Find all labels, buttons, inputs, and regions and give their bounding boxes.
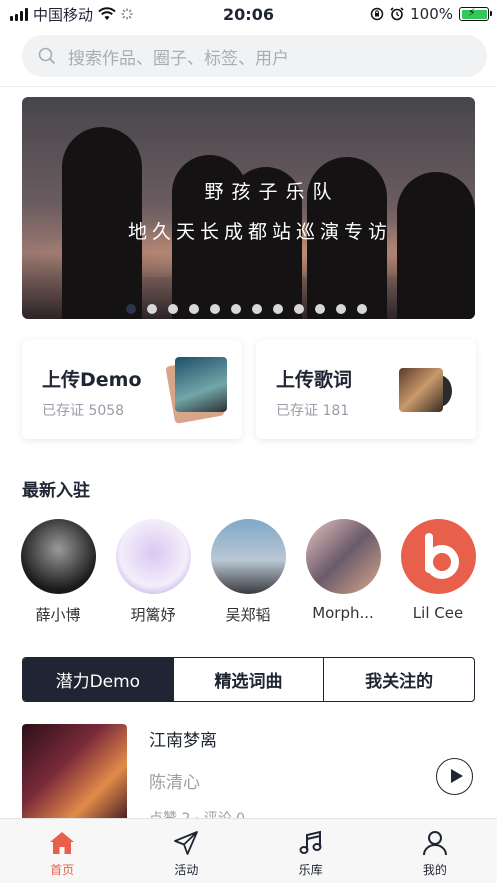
user-icon (422, 831, 447, 856)
demo-thumbnail (175, 357, 227, 412)
banner-subtitle: 地久天长成都站巡演专访 (127, 221, 392, 243)
music-note-icon (299, 830, 322, 854)
search-placeholder: 搜索作品、圈子、标签、用户 (68, 48, 289, 69)
carousel-dot[interactable] (168, 304, 178, 314)
artist-item[interactable]: Lil Cee (393, 519, 483, 622)
upload-lyrics-card[interactable]: 上传歌词 已存证 181 (256, 340, 476, 439)
carousel-dot[interactable] (189, 304, 199, 314)
carousel-dot[interactable] (273, 304, 283, 314)
section-title-new-artists: 最新入驻 (22, 481, 90, 501)
artist-item[interactable]: 吴郑韬 (203, 519, 293, 625)
artist-name: 吴郑韬 (225, 606, 271, 624)
avatar (210, 519, 286, 594)
artist-logo (424, 533, 459, 579)
nav-label: 活动 (174, 863, 199, 877)
card-subtitle: 已存证 5058 (42, 403, 125, 419)
song-cover[interactable] (22, 724, 127, 824)
artist-name: 玥篱妤 (130, 606, 176, 624)
song-artist[interactable]: 陈清心 (149, 768, 200, 793)
avatar (115, 519, 191, 594)
carousel-dot[interactable] (357, 304, 367, 314)
home-icon (50, 832, 75, 854)
card-title: 上传Demo (42, 369, 142, 391)
card-subtitle: 已存证 181 (276, 403, 350, 419)
carousel-dot[interactable] (231, 304, 241, 314)
battery-icon: ⚡ (459, 6, 492, 21)
tab-potential-demo[interactable]: 潜力Demo (23, 658, 173, 701)
song-title[interactable]: 江南梦离 (149, 726, 217, 751)
carousel-dot[interactable] (315, 304, 325, 314)
tab-following[interactable]: 我关注的 (323, 658, 474, 701)
banner-carousel[interactable]: 野孩子乐队 地久天长成都站巡演专访 (22, 97, 475, 319)
play-button[interactable] (436, 758, 473, 795)
artist-item[interactable]: 玥篱妤 (108, 519, 198, 625)
nav-library[interactable]: 乐库 (249, 819, 373, 883)
avatar (20, 519, 96, 594)
carousel-dot[interactable] (252, 304, 262, 314)
content-tabs: 潜力Demo 精选词曲 我关注的 (22, 657, 475, 702)
avatar (400, 519, 476, 594)
carousel-dot[interactable] (210, 304, 220, 314)
carousel-dot[interactable] (147, 304, 157, 314)
lyrics-thumbnail (399, 368, 443, 412)
artist-item[interactable]: 薛小博 (13, 519, 103, 625)
header-divider (0, 86, 497, 87)
card-title: 上传歌词 (276, 369, 353, 391)
send-icon (174, 831, 199, 855)
nav-activity[interactable]: 活动 (124, 819, 248, 883)
carousel-dot[interactable] (336, 304, 346, 314)
artist-name: 薛小博 (35, 606, 81, 624)
banner-title: 野孩子乐队 (204, 181, 340, 203)
carousel-dot[interactable] (294, 304, 304, 314)
nav-profile[interactable]: 我的 (373, 819, 497, 883)
banner-silhouette (397, 172, 475, 319)
artist-name: Lil Cee (412, 604, 464, 622)
carousel-dot[interactable] (126, 304, 136, 314)
carousel-dots (126, 304, 367, 314)
rotation-lock-icon (370, 7, 384, 21)
bottom-nav: 首页 活动 乐库 我的 (0, 818, 497, 883)
search-icon (38, 47, 56, 65)
status-right: 100% ⚡ (370, 5, 492, 23)
upload-demo-card[interactable]: 上传Demo 已存证 5058 (22, 340, 242, 439)
battery-percent: 100% (410, 5, 453, 23)
search-bar[interactable]: 搜索作品、圈子、标签、用户 (22, 35, 487, 77)
nav-label: 首页 (50, 863, 75, 877)
artist-item[interactable]: Morph... (298, 519, 388, 622)
tab-featured-songs[interactable]: 精选词曲 (172, 658, 324, 701)
nav-label: 乐库 (298, 863, 323, 877)
artist-name: Morph... (312, 604, 374, 622)
alarm-icon (390, 7, 404, 21)
status-bar: 中国移动 20:06 100% ⚡ (0, 0, 497, 30)
nav-label: 我的 (422, 863, 447, 877)
nav-home[interactable]: 首页 (0, 819, 124, 883)
avatar (305, 519, 381, 594)
